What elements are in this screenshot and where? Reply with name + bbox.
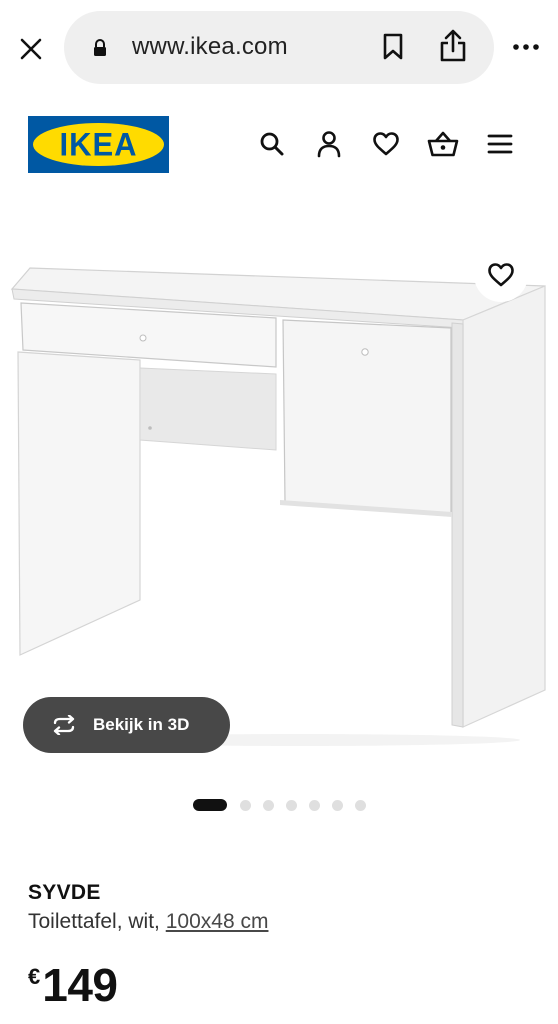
lock-icon: [92, 39, 108, 62]
price-currency: €: [28, 964, 41, 989]
bookmark-icon[interactable]: [378, 31, 408, 63]
url-text[interactable]: www.ikea.com: [132, 33, 288, 61]
rotate-3d-icon: [49, 715, 79, 735]
heart-icon[interactable]: [370, 128, 402, 160]
carousel-dot[interactable]: [355, 799, 366, 811]
logo-text: IKEA: [59, 125, 138, 163]
carousel-dot[interactable]: [309, 799, 320, 811]
view-in-3d-label: Bekijk in 3D: [93, 715, 190, 734]
carousel-dot[interactable]: [240, 799, 251, 811]
price-amount: 149: [42, 959, 118, 1011]
carousel-dot[interactable]: [193, 799, 227, 811]
product-image[interactable]: [0, 205, 558, 775]
carousel-dot[interactable]: [263, 799, 274, 811]
heart-icon: [488, 263, 514, 287]
product-size-link[interactable]: 100x48 cm: [166, 910, 269, 933]
browser-toolbar: www.ikea.com: [0, 0, 558, 96]
add-to-favorites-button[interactable]: [474, 248, 528, 302]
more-icon[interactable]: [508, 34, 544, 60]
carousel-dot[interactable]: [286, 799, 297, 811]
product-type: Toilettafel, wit,: [28, 910, 160, 933]
product-name: SYVDE: [28, 881, 101, 904]
menu-icon[interactable]: [484, 128, 516, 160]
share-icon[interactable]: [436, 27, 470, 65]
address-bar[interactable]: www.ikea.com: [64, 11, 494, 84]
basket-icon[interactable]: [427, 128, 459, 160]
carousel-dot[interactable]: [332, 799, 343, 811]
ikea-logo[interactable]: IKEA: [28, 116, 169, 173]
user-icon[interactable]: [313, 128, 345, 160]
product-price: € 149: [28, 958, 118, 1012]
view-in-3d-button[interactable]: Bekijk in 3D: [23, 697, 230, 753]
close-icon[interactable]: [14, 32, 48, 66]
image-carousel-indicator: [193, 798, 378, 812]
product-description: Toilettafel, wit, 100x48 cm: [28, 910, 268, 934]
search-icon[interactable]: [256, 128, 288, 160]
